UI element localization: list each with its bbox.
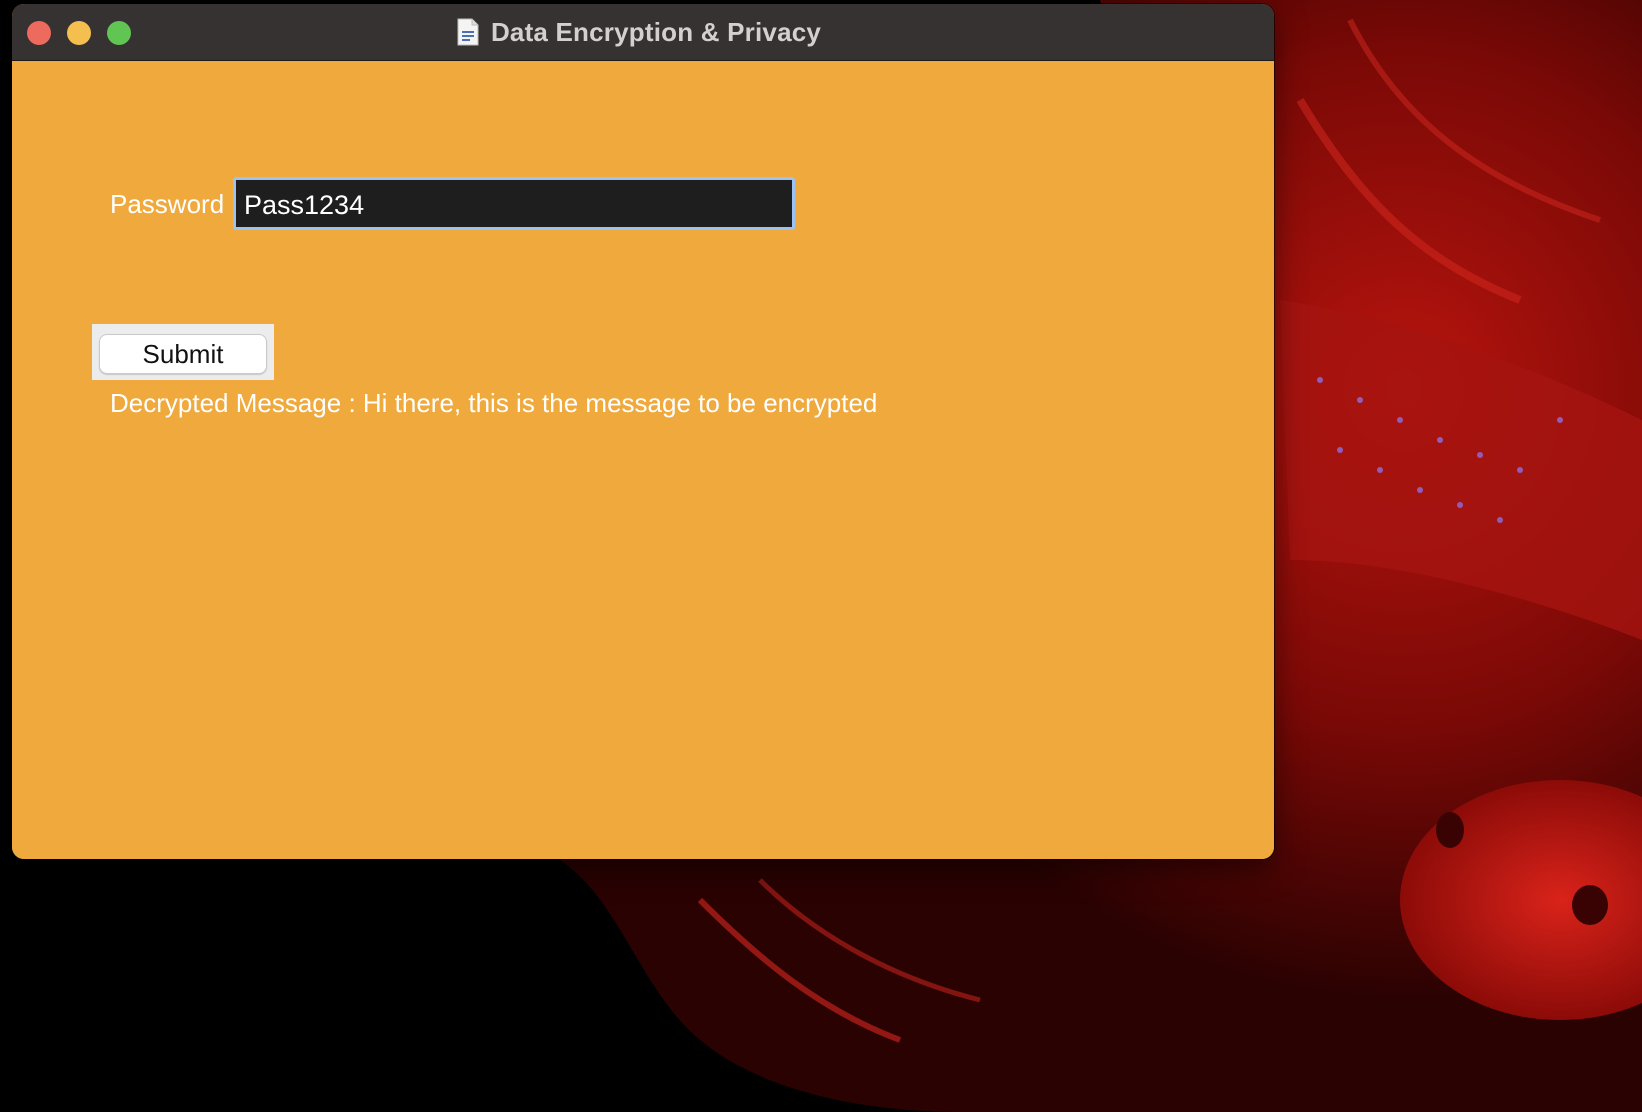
password-input[interactable] [236,178,792,229]
submit-button-frame: Submit [92,324,274,380]
app-window: Data Encryption & Privacy Password Submi… [12,4,1274,859]
decrypted-message: Decrypted Message : Hi there, this is th… [110,388,878,418]
title-bar[interactable]: Data Encryption & Privacy [12,4,1274,61]
document-icon [457,18,479,46]
title-wrap: Data Encryption & Privacy [12,4,1274,60]
password-label: Password [110,189,225,219]
desktop: Data Encryption & Privacy Password Submi… [0,0,1642,1112]
main-content: Password Submit Decrypted Message : Hi t… [12,61,1274,859]
password-field-frame[interactable] [233,177,795,230]
submit-button[interactable]: Submit [99,334,267,374]
window-title: Data Encryption & Privacy [490,16,822,47]
